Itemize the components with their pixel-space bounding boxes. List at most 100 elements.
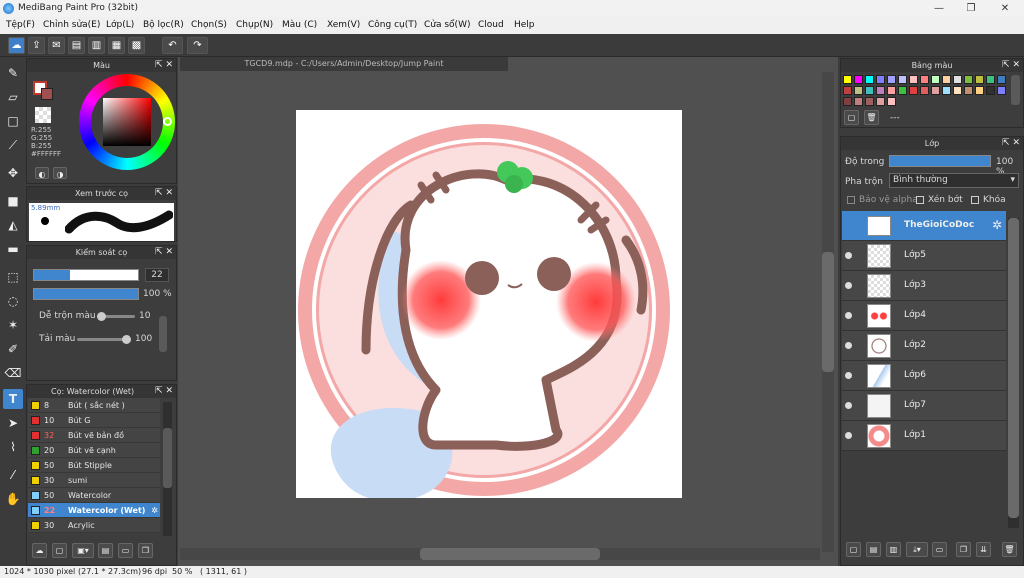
palette-swatch[interactable] [898,75,907,84]
palette-swatch[interactable] [876,86,885,95]
palette-delete-icon[interactable]: 🗑 [864,110,879,125]
divide-tool-icon[interactable]: ⌇ [3,437,23,457]
duplicate-icon[interactable]: ❐ [138,543,153,558]
cloud-icon[interactable]: ☁ [8,37,25,54]
palette-swatch[interactable] [876,97,885,106]
menu-view[interactable]: Xem(V) [327,20,360,30]
new-brush-icon[interactable]: ▢ [52,543,67,558]
layer-row[interactable]: Lớp7 [842,391,1006,421]
brush-size-value[interactable]: 22 [145,268,169,282]
add-brush-icon[interactable]: ▣▾ [72,543,94,558]
layer-row-selected[interactable]: TheGioiCoDoc ✲ [842,211,1006,241]
palette-swatch[interactable] [975,86,984,95]
delete-layer-icon[interactable]: 🗑 [1002,542,1017,557]
lock-checkbox[interactable] [971,196,979,204]
hue-ring[interactable] [79,74,175,170]
layer-folder-icon[interactable]: ▭ [932,542,947,557]
brush-item[interactable]: 20 Bút vẽ cạnh [28,443,160,458]
palette-swatch[interactable] [909,75,918,84]
brush-item[interactable]: 50 Watercolor [28,488,160,503]
secondary-color-swatch[interactable] [41,88,53,100]
blend-slider[interactable] [97,312,135,321]
palette-swatch[interactable] [887,97,896,106]
layer-row[interactable]: Lớp6 [842,361,1006,391]
palette-swatch[interactable] [964,86,973,95]
upload-icon[interactable]: ⇪ [28,37,45,54]
palette-swatch[interactable] [975,75,984,84]
text-tool-icon[interactable]: T [3,389,23,409]
menu-snap[interactable]: Chụp(N) [236,20,273,30]
minimize-button[interactable]: — [924,0,954,17]
reload-slider[interactable] [77,335,131,344]
bucket-tool-icon[interactable]: ◭ [3,215,23,235]
move-tool-icon[interactable]: ✥ [3,163,23,183]
palette-swatch[interactable] [865,86,874,95]
visibility-eye-icon[interactable] [845,432,852,439]
palette-swatch[interactable] [887,75,896,84]
magic-wand-tool-icon[interactable]: ✶ [3,315,23,335]
duplicate-layer-icon[interactable]: ❐ [956,542,971,557]
protect-alpha-checkbox[interactable] [847,196,855,204]
hue-cursor[interactable] [163,117,172,126]
brush-item[interactable]: 32 Bút vẽ bản đồ [28,428,160,443]
palette-swatch[interactable] [865,97,874,106]
palette-swatch[interactable] [931,75,940,84]
menu-layer[interactable]: Lớp(L) [106,20,134,30]
layer-row[interactable]: Lớp4 [842,301,1006,331]
menu-help[interactable]: Help [514,20,535,30]
tiles-icon[interactable]: ▩ [128,37,145,54]
layer-row[interactable]: Lớp5 [842,241,1006,271]
layers-scrollbar[interactable] [1008,218,1019,528]
palette-scrollbar[interactable] [1011,75,1020,105]
canvas-horizontal-scrollbar[interactable] [180,548,820,560]
palette-swatch[interactable] [843,86,852,95]
comment-icon[interactable]: ✉ [48,37,65,54]
brush-control-scrollbar[interactable] [159,316,167,352]
palette-swatch[interactable] [865,75,874,84]
palette-new-icon[interactable]: ▢ [844,110,859,125]
fill-rect-tool-icon[interactable]: ■ [3,191,23,211]
visibility-eye-icon[interactable] [845,282,852,289]
undo-icon[interactable]: ↶ [162,37,183,54]
palette-swatch[interactable] [931,86,940,95]
brush-props-icon[interactable]: ▤ [98,543,113,558]
maximize-button[interactable]: ❐ [956,0,986,17]
transparent-swatch[interactable] [35,107,51,123]
layer-row[interactable]: Lớp3 [842,271,1006,301]
new-halftone-layer-icon[interactable]: ▤ [866,542,881,557]
eraser-tool-icon[interactable]: ▱ [3,87,23,107]
palette-swatch[interactable] [986,86,995,95]
new-layer-icon[interactable]: ▢ [846,542,861,557]
brush-tool-icon[interactable]: ✎ [3,63,23,83]
palette-swatch[interactable] [920,86,929,95]
select-eraser-tool-icon[interactable]: ⌫ [3,363,23,383]
menu-color[interactable]: Màu (C) [282,20,317,30]
brush-item[interactable]: 50 Bút Stipple [28,458,160,473]
palette-swatch[interactable] [854,86,863,95]
merge-layer-icon[interactable]: ⇊ [976,542,991,557]
drawing-canvas[interactable] [296,110,682,498]
operation-tool-icon[interactable]: ➤ [3,413,23,433]
color-mode-icon[interactable]: ◐ [35,167,49,179]
palette-swatch[interactable] [843,75,852,84]
saturation-square[interactable] [103,98,151,146]
gradient-tool-icon[interactable]: ▬ [3,239,23,259]
settings-gear-icon[interactable]: ✲ [151,503,158,518]
layer-settings-gear-icon[interactable]: ✲ [992,218,1002,232]
menu-filter[interactable]: Bộ lọc(R) [143,20,184,30]
panel-close-icon[interactable]: ⇱ ✕ [155,59,173,72]
brush-size-slider[interactable] [33,269,139,281]
palette-swatch[interactable] [898,86,907,95]
layer-row[interactable]: Lớp2 [842,331,1006,361]
brush-opacity-slider[interactable] [33,288,139,300]
brush-item[interactable]: 30 Acrylic [28,518,160,533]
menu-tools[interactable]: Công cụ(T) [368,20,417,30]
visibility-eye-icon[interactable] [845,372,852,379]
visibility-eye-icon[interactable] [845,252,852,259]
menu-edit[interactable]: Chỉnh sửa(E) [43,20,100,30]
palette-swatch[interactable] [920,75,929,84]
palette-swatch[interactable] [854,97,863,106]
palette-swatch[interactable] [909,86,918,95]
redo-icon[interactable]: ↷ [187,37,208,54]
palette-swatch[interactable] [887,86,896,95]
